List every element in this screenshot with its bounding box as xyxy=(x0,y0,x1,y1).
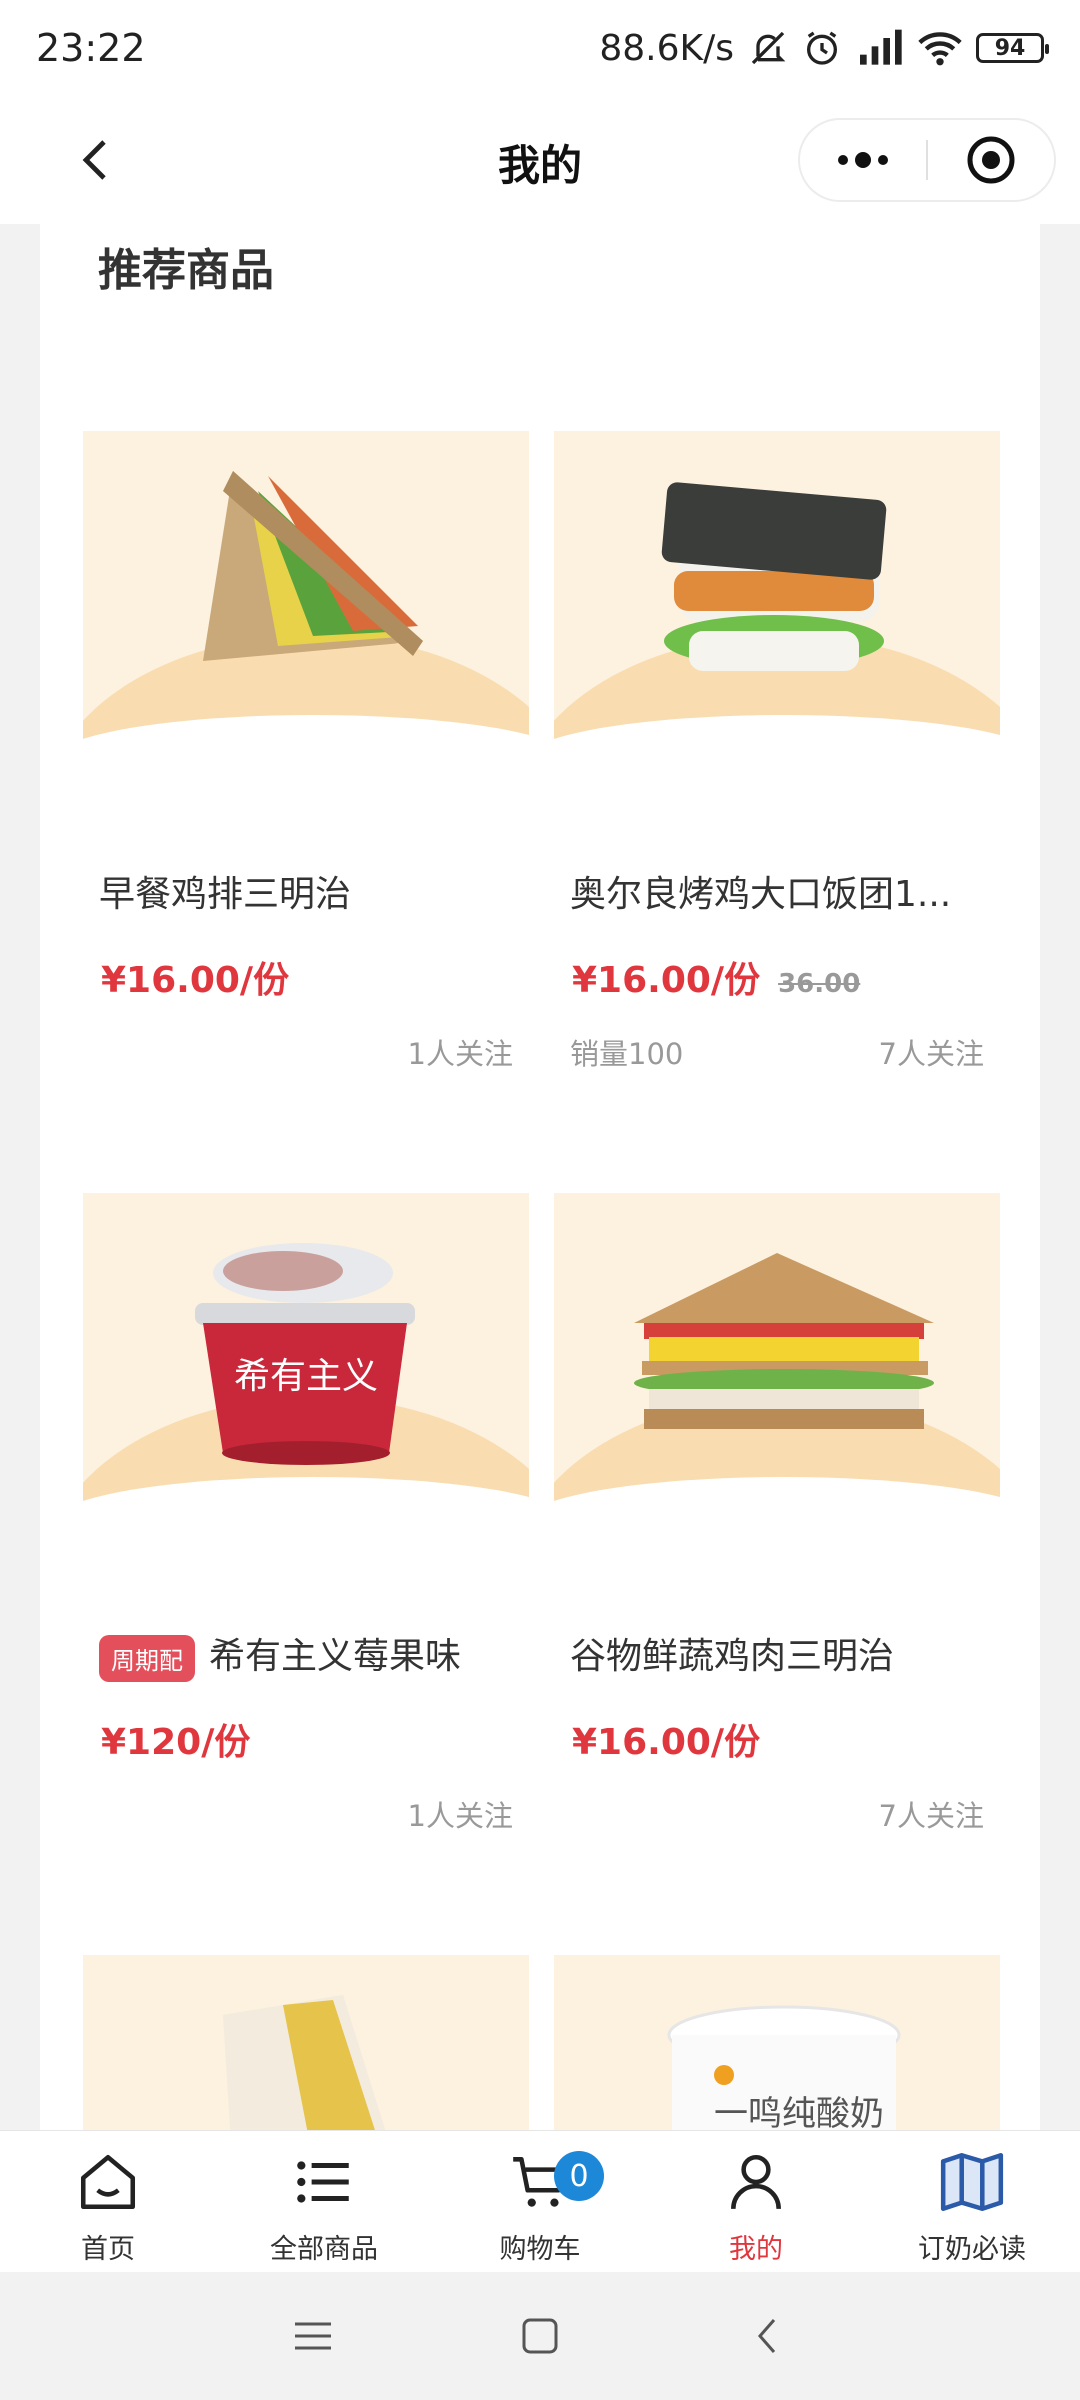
product-card[interactable]: 奥尔良烤鸡大口饭团1... ¥16.00/份 36.00 销量100 7人关注 xyxy=(554,431,1000,1091)
list-icon xyxy=(297,2161,349,2203)
product-name: 奥尔良烤鸡大口饭团1... xyxy=(570,874,952,915)
more-button[interactable] xyxy=(800,120,926,200)
title-bar: 我的 xyxy=(0,96,1080,224)
tab-milk-guide[interactable]: 订奶必读 xyxy=(864,2131,1080,2272)
tab-mine[interactable]: 我的 xyxy=(648,2131,864,2272)
status-bar: 23:22 88.6K/s 94 xyxy=(0,0,1080,96)
original-price: 36.00 xyxy=(778,969,861,999)
bottom-tab-bar: 首页 全部商品 0 购物车 我的 订奶必读 xyxy=(0,2130,1080,2272)
section-title: 推荐商品 xyxy=(98,245,274,296)
user-icon xyxy=(731,2154,781,2209)
tab-label: 我的 xyxy=(729,2234,783,2265)
menu-icon xyxy=(295,2322,332,2350)
mini-program-capsule xyxy=(798,118,1056,202)
product-image[interactable] xyxy=(83,431,529,765)
tab-label: 购物车 xyxy=(499,2234,581,2265)
tab-cart[interactable]: 0 购物车 xyxy=(432,2131,648,2272)
product-price: ¥16.00/份 36.00 xyxy=(572,951,860,1003)
yogurt-brand-text: 希有主义 xyxy=(234,1356,378,1397)
content-card: 推荐商品 早餐鸡排三明治 ¥16.00/份 1人关注 奥尔良烤鸡大口饭团1...… xyxy=(40,224,1040,2130)
tab-label: 全部商品 xyxy=(270,2234,378,2265)
cart-badge: 0 xyxy=(554,2151,604,2201)
target-icon xyxy=(967,136,1015,184)
product-image[interactable]: 希有主义 xyxy=(83,1193,529,1527)
product-followers: 1人关注 xyxy=(407,1037,513,1071)
yogurt-brand-text: 一鸣纯酸奶 xyxy=(714,2094,884,2130)
square-icon xyxy=(522,2318,558,2354)
product-card[interactable]: 谷物鲜蔬鸡肉三明治 ¥16.00/份 7人关注 xyxy=(554,1193,1000,1853)
product-price: ¥16.00/份 xyxy=(101,960,290,1001)
home-icon xyxy=(80,2154,136,2210)
price-value: ¥16.00/份 xyxy=(572,960,761,1001)
battery-icon: 94 xyxy=(976,33,1049,63)
recent-apps-button[interactable] xyxy=(283,2306,343,2366)
yogurt-cup-illustration: 希有主义 xyxy=(195,1243,415,1465)
product-price: ¥120/份 xyxy=(101,1722,251,1763)
product-image[interactable] xyxy=(83,1955,529,2130)
status-time: 23:22 xyxy=(36,26,146,70)
chevron-left-icon xyxy=(757,2319,775,2353)
product-name: 谷物鲜蔬鸡肉三明治 xyxy=(570,1636,895,1677)
net-speed: 88.6K/s xyxy=(599,27,734,69)
yogurt-cup-illustration: 一鸣纯酸奶 xyxy=(667,2005,901,2130)
product-name: 周期配 希有主义莓果味 xyxy=(99,1627,519,1682)
system-back-button[interactable] xyxy=(737,2306,797,2366)
sandwich-illustration xyxy=(223,1995,386,2130)
sandwich-illustration xyxy=(203,471,423,661)
more-dots-icon xyxy=(838,152,888,168)
product-card[interactable]: 希有主义 周期配 希有主义莓果味 ¥120/份 1人关注 xyxy=(83,1193,529,1853)
alarm-icon xyxy=(807,31,837,65)
system-nav-bar xyxy=(0,2272,1080,2400)
product-image[interactable]: 一鸣纯酸奶 xyxy=(554,1955,1000,2130)
product-card[interactable]: 一鸣纯酸奶 xyxy=(554,1955,1000,2130)
product-image[interactable] xyxy=(554,1193,1000,1527)
product-image[interactable] xyxy=(554,431,1000,765)
mute-icon xyxy=(751,31,786,65)
status-icons: 88.6K/s 94 xyxy=(599,27,1049,69)
book-icon xyxy=(940,2152,1004,2212)
product-followers: 7人关注 xyxy=(878,1037,984,1071)
home-button[interactable] xyxy=(510,2306,570,2366)
product-card[interactable]: 早餐鸡排三明治 ¥16.00/份 1人关注 xyxy=(83,431,529,1091)
signal-icon xyxy=(860,29,902,65)
delivery-tag: 周期配 xyxy=(99,1634,195,1682)
product-followers: 1人关注 xyxy=(407,1799,513,1833)
tab-label: 订奶必读 xyxy=(918,2234,1026,2265)
product-followers: 7人关注 xyxy=(878,1799,984,1833)
close-mini-program-button[interactable] xyxy=(928,120,1054,200)
rice-ball-illustration xyxy=(661,482,887,671)
tab-all-products[interactable]: 全部商品 xyxy=(216,2131,432,2272)
product-name-text: 希有主义莓果味 xyxy=(209,1636,462,1677)
tab-home[interactable]: 首页 xyxy=(0,2131,216,2272)
product-card[interactable] xyxy=(83,1955,529,2130)
tab-label: 首页 xyxy=(81,2234,135,2265)
sandwich-illustration xyxy=(634,1253,934,1429)
product-price: ¥16.00/份 xyxy=(572,1722,761,1763)
product-sales: 销量100 xyxy=(570,1037,684,1071)
product-name: 早餐鸡排三明治 xyxy=(99,874,352,915)
wifi-icon xyxy=(918,32,962,66)
